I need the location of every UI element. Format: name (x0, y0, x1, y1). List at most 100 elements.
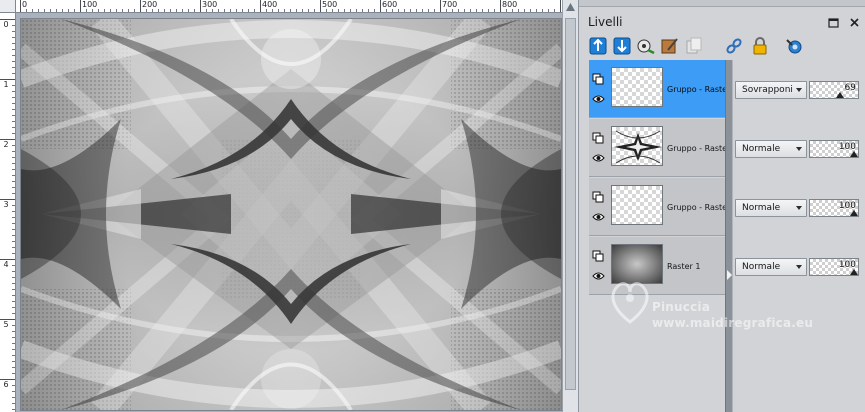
link-layers-icon[interactable] (724, 36, 744, 56)
layer-properties-icon[interactable] (784, 36, 804, 56)
canvas-area[interactable]: 0 100 200 300 400 500 600 700 800 0 1 2 … (0, 0, 578, 412)
ruler-minor-tick (362, 9, 363, 12)
ruler-label: 500 (322, 0, 338, 9)
layer-icons (592, 70, 610, 110)
document-canvas[interactable] (21, 19, 561, 410)
palette-splitter[interactable] (725, 60, 733, 412)
ruler-minor-tick (122, 9, 123, 12)
ruler-minor-tick (134, 9, 135, 12)
ruler-minor-tick (12, 55, 15, 56)
layer-name[interactable]: Gruppo - Raste (667, 144, 725, 153)
opacity-slider-handle[interactable] (836, 92, 844, 98)
ruler-minor-tick (12, 349, 15, 350)
duplicate-layer-icon[interactable] (684, 36, 704, 56)
ruler-minor-tick (428, 9, 429, 12)
ruler-minor-tick (12, 361, 15, 362)
ruler-minor-tick (12, 265, 15, 266)
ruler-minor-tick (146, 9, 147, 12)
visibility-eye-icon[interactable] (592, 267, 605, 280)
lock-icon[interactable] (750, 36, 770, 56)
ruler-minor-tick (12, 145, 15, 146)
ruler-minor-tick (12, 337, 15, 338)
ruler-label: 600 (382, 0, 398, 9)
layer-thumbnail[interactable] (611, 67, 663, 107)
blend-mode-select[interactable]: Normale (735, 199, 807, 217)
blend-mode-select[interactable]: Normale (735, 140, 807, 158)
ruler-minor-tick (38, 9, 39, 12)
ruler-minor-tick (374, 9, 375, 12)
opacity-slider[interactable]: 100 (809, 199, 859, 217)
ruler-major-tick (500, 0, 501, 12)
close-icon[interactable] (849, 17, 860, 28)
ruler-minor-tick (12, 25, 15, 26)
visibility-eye-icon[interactable] (592, 90, 605, 103)
opacity-slider[interactable]: 69 (809, 81, 859, 99)
layer-thumbnail[interactable] (611, 126, 663, 166)
vertical-scrollbar[interactable] (562, 0, 578, 412)
vertical-ruler[interactable]: 0 1 2 3 4 5 6 (0, 13, 16, 412)
opacity-slider-handle[interactable] (850, 210, 858, 216)
ruler-major-tick (80, 0, 81, 12)
ruler-minor-tick (356, 9, 357, 12)
watermark: Pinuccia www.maidiregrafica.eu (608, 272, 818, 342)
scroll-thumb[interactable] (565, 18, 576, 390)
ruler-minor-tick (386, 9, 387, 12)
ruler-minor-tick (12, 49, 15, 50)
ruler-minor-tick (74, 9, 75, 12)
ruler-minor-tick (398, 9, 399, 12)
new-mask-layer-icon[interactable] (660, 36, 680, 56)
visibility-eye-icon[interactable] (592, 149, 605, 162)
ruler-major-tick (200, 0, 201, 12)
ruler-major-tick (140, 0, 141, 12)
ruler-major-tick (0, 379, 15, 380)
ruler-minor-tick (212, 9, 213, 12)
ruler-minor-tick (524, 9, 525, 12)
opacity-slider-handle[interactable] (850, 151, 858, 157)
new-adjustment-layer-icon[interactable] (636, 36, 656, 56)
ruler-minor-tick (12, 331, 15, 332)
ruler-minor-tick (12, 391, 15, 392)
new-vector-layer-icon[interactable] (612, 36, 632, 56)
ruler-major-tick (0, 259, 15, 260)
layer-row-gruppo-raster-1[interactable]: Gruppo - Raste (589, 60, 725, 118)
layer-name[interactable]: Gruppo - Raste (667, 203, 725, 212)
ruler-minor-tick (482, 9, 483, 12)
ruler-minor-tick (116, 9, 117, 12)
ruler-minor-tick (12, 73, 15, 74)
chevron-down-icon (796, 206, 802, 210)
opacity-slider-handle[interactable] (850, 269, 858, 275)
layers-palette: Livelli Gruppo - Raste Gruppo - Raste Gr… (578, 0, 865, 412)
layer-raster-icon[interactable] (592, 247, 605, 262)
ruler-minor-tick (12, 61, 15, 62)
layer-name[interactable]: Raster 1 (667, 262, 725, 271)
ruler-minor-tick (488, 9, 489, 12)
visibility-eye-icon[interactable] (592, 208, 605, 221)
ruler-minor-tick (404, 9, 405, 12)
layer-properties-row: Normale 100 (735, 178, 865, 236)
ruler-minor-tick (368, 9, 369, 12)
ruler-minor-tick (12, 283, 15, 284)
horizontal-ruler[interactable]: 0 100 200 300 400 500 600 700 800 (16, 0, 562, 13)
palette-header: Livelli (579, 8, 865, 34)
ruler-minor-tick (446, 9, 447, 12)
layer-row-gruppo-raster-2[interactable]: Gruppo - Raste (589, 119, 725, 177)
ruler-minor-tick (458, 9, 459, 12)
ruler-minor-tick (12, 43, 15, 44)
blend-mode-select[interactable]: Sovrapponi (735, 81, 807, 99)
ruler-minor-tick (12, 181, 15, 182)
maximize-icon[interactable] (828, 17, 839, 28)
layer-group-icon[interactable] (592, 129, 605, 144)
ruler-minor-tick (12, 175, 15, 176)
scroll-up-arrow-icon[interactable] (566, 3, 575, 11)
ruler-minor-tick (12, 367, 15, 368)
ruler-minor-tick (548, 9, 549, 12)
opacity-slider[interactable]: 100 (809, 140, 859, 158)
new-raster-layer-icon[interactable] (588, 36, 608, 56)
layer-thumbnail[interactable] (611, 185, 663, 225)
layer-row-gruppo-raster-3[interactable]: Gruppo - Raste (589, 178, 725, 236)
layer-group-icon[interactable] (592, 70, 605, 85)
ruler-minor-tick (338, 9, 339, 12)
layer-name[interactable]: Gruppo - Raste (667, 85, 725, 94)
layer-group-icon[interactable] (592, 188, 605, 203)
ruler-major-tick (0, 199, 15, 200)
